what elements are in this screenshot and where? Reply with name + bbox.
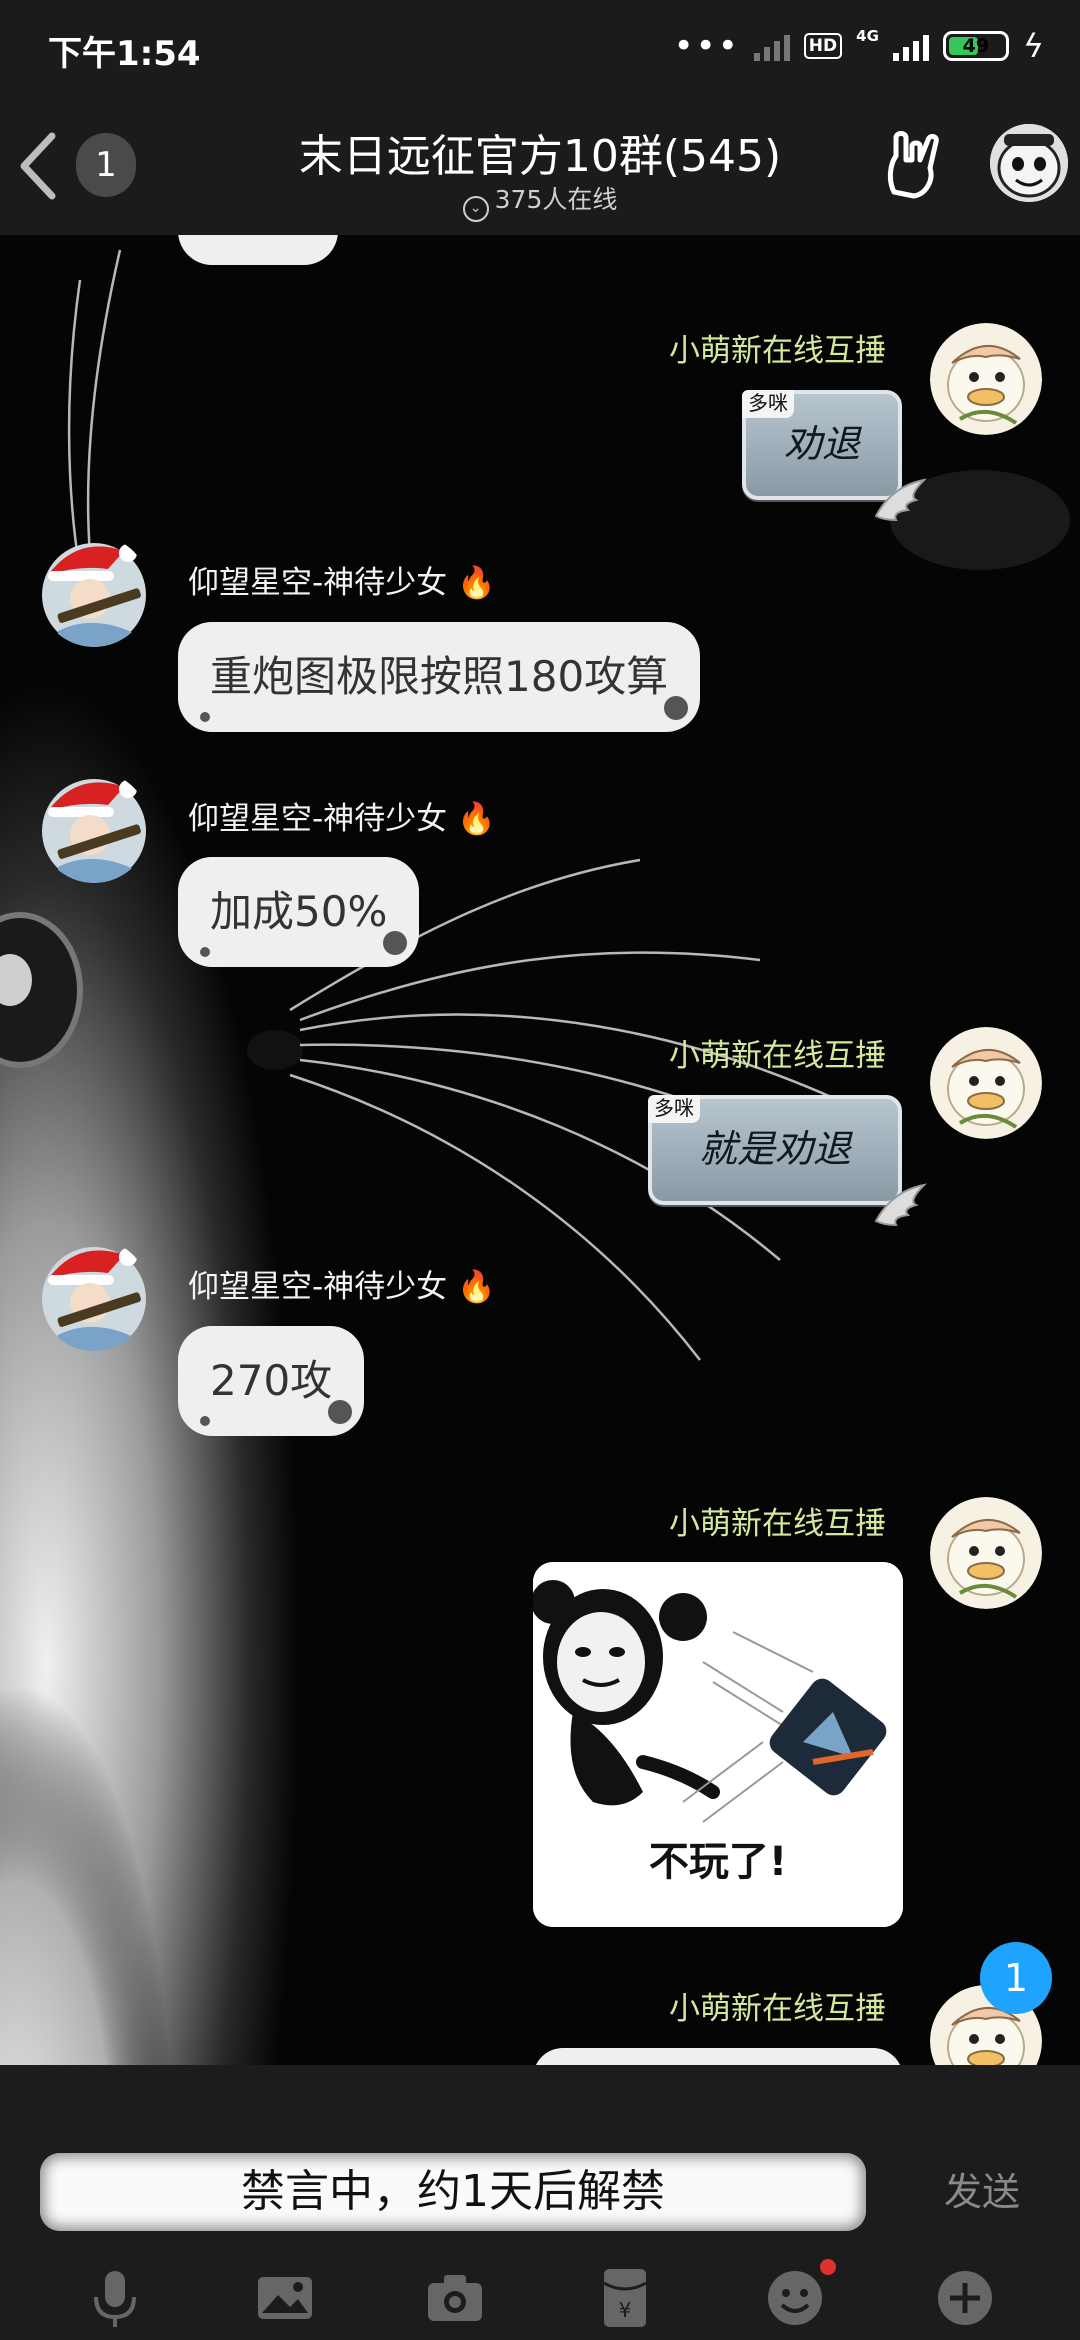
image-message[interactable]: 不玩了! (533, 1562, 903, 1927)
red-packet-icon[interactable]: ¥ (590, 2263, 660, 2333)
chat-list[interactable]: 小萌新在线互捶 多咪 劝退 仰望星空-神待少女 🔥 重炮图极限按照180攻算 仰… (0, 235, 1080, 2065)
image-caption: 不玩了! (648, 1839, 788, 1885)
emoji-icon[interactable] (760, 2258, 836, 2333)
message-text: 加成50% (210, 887, 388, 936)
image-icon[interactable] (250, 2263, 320, 2333)
wing-icon (874, 1183, 927, 1227)
sticker-tag: 多咪 (648, 1095, 700, 1123)
rock-hand-icon[interactable] (880, 130, 944, 200)
avatar[interactable] (930, 1497, 1042, 1609)
avatar[interactable] (38, 1239, 150, 1351)
charging-icon: ϟ (1022, 27, 1044, 65)
group-avatar[interactable] (990, 124, 1068, 202)
network-type: 4G (856, 27, 879, 45)
avatar[interactable] (38, 771, 150, 883)
avatar[interactable] (38, 535, 150, 647)
avatar[interactable] (930, 1027, 1042, 1139)
sticker-tag: 多咪 (742, 390, 794, 418)
sender-name[interactable]: 仰望星空-神待少女 🔥 (188, 557, 496, 602)
message-bubble[interactable]: 重炮图极限按照180攻算 (178, 622, 701, 732)
plus-icon[interactable] (930, 2263, 1000, 2333)
notification-dot (820, 2258, 836, 2275)
wifi-signal-icon (753, 31, 790, 61)
sender-name[interactable]: 小萌新在线互捶 (669, 1983, 886, 2028)
message-text: 重炮图极限按照180攻算 (210, 652, 669, 701)
microphone-icon[interactable] (80, 2263, 150, 2333)
sticker-message[interactable]: 多咪 就是劝退 (648, 1095, 927, 1227)
battery-level: 49 (962, 35, 990, 57)
avatar[interactable] (930, 323, 1042, 435)
hd-badge: HD (803, 33, 843, 59)
sender-name[interactable]: 小萌新在线互捶 (669, 325, 886, 370)
top-bar: 下午1:54 ••• HD 4G 49 ϟ 1 末日远征官方10群(545) ⌄… (0, 0, 1080, 235)
cell-signal-icon (892, 31, 929, 61)
message-bubble-partial[interactable] (178, 235, 338, 265)
camera-icon[interactable] (420, 2263, 490, 2333)
sticker-text: 劝退 (783, 422, 860, 466)
input-panel: 禁言中，约1天后解禁 发送 ¥ (0, 2065, 1080, 2340)
online-count: 375人在线 (494, 185, 618, 214)
more-dots-icon: ••• (673, 26, 740, 66)
message-bubble[interactable]: 270攻 (178, 1326, 365, 1436)
wing-icon (874, 478, 927, 522)
status-icons: ••• HD 4G 49 ϟ (674, 26, 1044, 66)
fire-icon: 🔥 (457, 1269, 496, 1305)
sender-name[interactable]: 小萌新在线互捶 (669, 1030, 886, 1075)
svg-text:¥: ¥ (619, 2298, 632, 2322)
sender-name[interactable]: 仰望星空-神待少女 🔥 (188, 793, 496, 838)
status-time: 下午1:54 (48, 34, 201, 74)
fire-icon: 🔥 (457, 565, 496, 601)
send-button[interactable]: 发送 (912, 2155, 1052, 2229)
image-message-partial[interactable] (533, 2048, 903, 2065)
fire-icon: 🔥 (457, 801, 496, 837)
input-toolbar: ¥ (0, 2255, 1080, 2340)
sender-name[interactable]: 小萌新在线互捶 (669, 1498, 886, 1543)
sticker-message[interactable]: 多咪 劝退 (742, 390, 927, 522)
chevron-down-icon: ⌄ (462, 196, 489, 222)
muted-input-field[interactable]: 禁言中，约1天后解禁 (40, 2153, 866, 2231)
sender-name[interactable]: 仰望星空-神待少女 🔥 (188, 1261, 496, 1306)
new-message-badge[interactable]: 1 (980, 1942, 1052, 2014)
message-text: 270攻 (210, 1356, 333, 1405)
message-bubble[interactable]: 加成50% (178, 857, 420, 967)
battery-icon: 49 (942, 31, 1009, 61)
sticker-text: 就是劝退 (698, 1127, 851, 1171)
